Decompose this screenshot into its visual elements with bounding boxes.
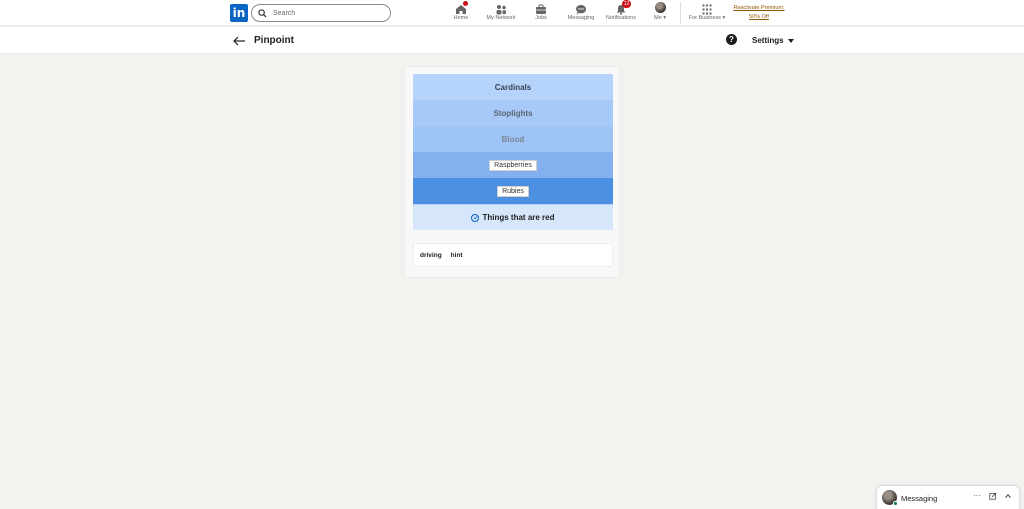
messaging-label: Messaging [901, 494, 938, 503]
clue-text: Cardinals [494, 82, 532, 92]
game-header: Pinpoint ? Settings [0, 27, 1024, 54]
clue-card: Rubies [413, 178, 613, 204]
search-input[interactable] [273, 9, 383, 17]
answer-banner: Things that are red [413, 204, 613, 230]
clue-card: Stoplights [413, 100, 613, 126]
guess-history: driving hint [413, 243, 613, 267]
nav-business-label: For Business ▾ [689, 15, 725, 21]
nav-label: Messaging [567, 15, 595, 21]
nav-label: Me [654, 15, 662, 21]
messaging-bar[interactable]: Messaging ··· [876, 485, 1020, 509]
nav-label: Jobs [535, 15, 547, 21]
check-circle-icon [471, 213, 480, 222]
answer-text: Things that are red [482, 213, 555, 222]
chevron-up-icon[interactable] [1004, 492, 1012, 502]
clue-chip: Rubies [497, 185, 529, 197]
clue-chip: Raspberries [489, 159, 537, 171]
nav-messaging[interactable]: Messaging [565, 2, 597, 24]
clue-card: Raspberries [413, 152, 613, 178]
clue-card: Cardinals [413, 74, 613, 100]
guess-item: hint [450, 251, 463, 259]
help-icon[interactable]: ? [726, 34, 737, 45]
grid-icon [701, 2, 713, 15]
chevron-down-icon: ▾ [722, 15, 726, 21]
online-status-dot [893, 501, 898, 506]
clue-text: Blood [501, 134, 525, 144]
nav-for-business[interactable]: For Business ▾ [686, 2, 728, 24]
back-arrow-icon[interactable] [232, 34, 246, 46]
guess-item: driving [420, 251, 442, 259]
notification-count-badge: 12 [622, 0, 631, 8]
nav-divider [680, 2, 681, 24]
nav-me-label: Me ▾ [654, 15, 666, 21]
clue-text: Stoplights [493, 108, 533, 118]
nav-label: Notifications [606, 15, 636, 21]
caret-down-icon [787, 38, 794, 43]
search-bar[interactable] [251, 4, 391, 22]
search-icon [258, 8, 267, 18]
nav-my-network[interactable]: My Network [484, 2, 518, 24]
top-nav: in Home My Network Jobs Messaging 12 [0, 0, 1024, 26]
home-notification-dot [462, 0, 469, 7]
nav-label: For Business [688, 15, 721, 21]
more-options-icon[interactable]: ··· [973, 491, 981, 500]
clue-stack: Cardinals Stoplights Blood Raspberries R… [413, 74, 613, 230]
me-avatar-wrap [654, 2, 666, 13]
nav-label: My Network [486, 15, 516, 21]
clue-card: Blood [413, 126, 613, 152]
nav-home[interactable]: Home [452, 0, 470, 24]
page-title: Pinpoint [254, 35, 294, 46]
nav-notifications[interactable]: 12 Notifications [604, 0, 638, 24]
reactivate-premium-link[interactable]: Reactivate Premium: 50% Off [728, 4, 790, 22]
nav-label: Home [453, 15, 469, 21]
home-icon [455, 0, 469, 14]
premium-line-1: Reactivate Premium: [733, 5, 785, 11]
bell-icon: 12 [615, 0, 631, 15]
linkedin-logo[interactable]: in [230, 4, 248, 22]
premium-line-2: 50% Off [749, 14, 769, 20]
briefcase-icon [535, 2, 547, 14]
compose-icon[interactable] [989, 492, 997, 502]
nav-jobs[interactable]: Jobs [533, 2, 549, 24]
chat-icon [575, 2, 587, 15]
settings-button[interactable]: Settings [752, 36, 794, 45]
avatar [654, 2, 666, 13]
pinpoint-game-card: Cardinals Stoplights Blood Raspberries R… [404, 66, 620, 278]
network-icon [495, 2, 507, 15]
chevron-down-icon: ▾ [663, 15, 666, 21]
settings-label: Settings [752, 36, 784, 45]
nav-me[interactable]: Me ▾ [652, 2, 668, 24]
